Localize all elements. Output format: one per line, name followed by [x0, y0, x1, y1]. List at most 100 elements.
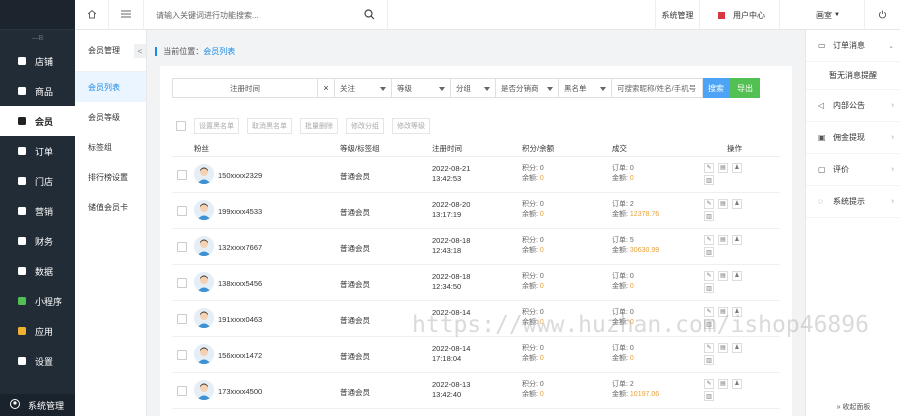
- user-dropdown[interactable]: 画室 ▼: [780, 0, 865, 30]
- edit-icon[interactable]: ✎: [704, 270, 714, 281]
- edit-icon[interactable]: ✎: [704, 162, 714, 173]
- sidebar-item-6[interactable]: 财务: [0, 226, 75, 256]
- select-all-checkbox[interactable]: [176, 121, 186, 131]
- sidebar-item-4[interactable]: 门店: [0, 166, 75, 196]
- sidebar-item-2[interactable]: 会员: [0, 106, 75, 136]
- group-icon[interactable]: ♟: [732, 270, 742, 281]
- group-icon[interactable]: ♟: [732, 198, 742, 209]
- detail-icon[interactable]: ▤: [718, 162, 728, 173]
- breadcrumb-current[interactable]: 会员列表: [203, 47, 235, 56]
- sidebar-item-9[interactable]: 应用: [0, 316, 75, 346]
- sidebar-item-1[interactable]: 商品: [0, 76, 75, 106]
- submenu-item-1[interactable]: 会员等级: [75, 102, 146, 132]
- points-label: 积分:: [522, 165, 538, 172]
- sidebar-item-0[interactable]: 店铺: [0, 46, 75, 76]
- submenu-item-0[interactable]: 会员列表: [75, 72, 146, 102]
- group-icon[interactable]: ♟: [732, 234, 742, 245]
- search-bar[interactable]: 请输入关键词进行功能搜索...: [144, 0, 388, 30]
- bulk-action-label: 修改分组: [351, 123, 379, 130]
- system-tips-item[interactable]: ◌ 系统提示 ›: [806, 186, 900, 218]
- edit-icon[interactable]: ✎: [704, 234, 714, 245]
- follow-select[interactable]: 关注: [334, 78, 392, 98]
- member-name[interactable]: 173xxxx4500: [218, 387, 262, 396]
- collapse-panel-button[interactable]: » 收起面板: [806, 402, 900, 412]
- detail-icon[interactable]: ▤: [718, 234, 728, 245]
- row-checkbox[interactable]: [177, 314, 187, 324]
- member-name[interactable]: 191xxxx0463: [218, 315, 262, 324]
- power-button[interactable]: [865, 0, 900, 30]
- row-checkbox[interactable]: [177, 242, 187, 252]
- commission-label: 佣金提现: [833, 133, 865, 142]
- row-checkbox[interactable]: [177, 170, 187, 180]
- group-select[interactable]: 分组: [450, 78, 496, 98]
- edit-icon[interactable]: ✎: [704, 198, 714, 209]
- detail-icon[interactable]: ▤: [718, 342, 728, 353]
- detail-icon[interactable]: ▤: [718, 270, 728, 281]
- delete-icon[interactable]: ▥: [704, 283, 714, 293]
- system-manage-button[interactable]: 系统管理: [0, 394, 75, 416]
- submenu-item-2[interactable]: 标签组: [75, 132, 146, 162]
- edit-icon[interactable]: ✎: [704, 342, 714, 353]
- user-center-link[interactable]: 用户中心: [700, 0, 780, 30]
- delete-icon[interactable]: ▥: [704, 211, 714, 221]
- detail-icon[interactable]: ▤: [718, 378, 728, 389]
- order-notice-item[interactable]: ▭ 订单消息 ⌄: [806, 30, 900, 62]
- sidebar-item-5[interactable]: 营销: [0, 196, 75, 226]
- search-button[interactable]: 搜索: [702, 78, 730, 98]
- search-input[interactable]: 请输入关键词进行功能搜索...: [156, 10, 259, 21]
- delete-icon[interactable]: ▥: [704, 175, 714, 185]
- blacklist-select[interactable]: 黑名单: [558, 78, 612, 98]
- distributor-select[interactable]: 是否分销商: [495, 78, 559, 98]
- bulk-action-button[interactable]: 设置黑名单: [194, 118, 239, 134]
- home-button[interactable]: [75, 0, 109, 30]
- group-icon[interactable]: ♟: [732, 378, 742, 389]
- export-button[interactable]: 导出: [730, 78, 760, 98]
- menu-toggle-button[interactable]: [109, 0, 144, 30]
- row-checkbox[interactable]: [177, 386, 187, 396]
- register-time-text: 注册时间: [230, 83, 260, 93]
- system-manage-link[interactable]: 系统管理: [655, 0, 700, 30]
- group-icon[interactable]: ♟: [732, 162, 742, 173]
- submenu-item-4[interactable]: 储值会员卡: [75, 192, 146, 222]
- member-name[interactable]: 150xxxx2329: [218, 171, 262, 180]
- member-name[interactable]: 138xxxx5456: [218, 279, 262, 288]
- delete-icon[interactable]: ▥: [704, 355, 714, 365]
- bulk-action-button[interactable]: 修改等级: [392, 118, 430, 134]
- delete-icon[interactable]: ▥: [704, 247, 714, 257]
- orders-value: 0: [629, 165, 634, 172]
- sidebar-item-7[interactable]: 数据: [0, 256, 75, 286]
- register-time-picker[interactable]: 注册时间: [172, 78, 318, 98]
- search-icon[interactable]: [364, 9, 375, 22]
- sidebar-item-3[interactable]: 订单: [0, 136, 75, 166]
- table-header: 粉丝 等级/标签组 注册时间 积分/余额 成交 操作: [172, 139, 780, 157]
- sidebar-item-10[interactable]: 设置: [0, 346, 75, 376]
- bulk-action-button[interactable]: 取消黑名单: [247, 118, 292, 134]
- member-name[interactable]: 156xxxx1472: [218, 351, 262, 360]
- bulk-action-button[interactable]: 批量删除: [300, 118, 338, 134]
- clear-date-button[interactable]: ×: [317, 78, 335, 98]
- group-icon[interactable]: ♟: [732, 342, 742, 353]
- member-name[interactable]: 199xxxx4533: [218, 207, 262, 216]
- level-select[interactable]: 等级: [391, 78, 451, 98]
- row-checkbox[interactable]: [177, 278, 187, 288]
- internal-notice-item[interactable]: ◁ 内部公告 ›: [806, 90, 900, 122]
- submenu-item-3[interactable]: 排行榜设置: [75, 162, 146, 192]
- order-notice-label: 订单消息: [833, 41, 865, 50]
- edit-icon[interactable]: ✎: [704, 378, 714, 389]
- points-value: 0: [539, 165, 544, 172]
- sidebar-item-8[interactable]: 小程序: [0, 286, 75, 316]
- member-name[interactable]: 132xxxx7667: [218, 243, 262, 252]
- order-icon: [17, 146, 27, 156]
- row-checkbox[interactable]: [177, 206, 187, 216]
- bulk-action-button[interactable]: 修改分组: [346, 118, 384, 134]
- member-level: 普通会员: [340, 316, 370, 325]
- collapse-submenu-button[interactable]: <: [134, 44, 146, 58]
- row-checkbox[interactable]: [177, 350, 187, 360]
- keyword-input[interactable]: 可搜索昵称/姓名/手机号: [611, 78, 703, 98]
- delete-icon[interactable]: ▥: [704, 391, 714, 401]
- commission-item[interactable]: ▣ 佣金提现 ›: [806, 122, 900, 154]
- comments-item[interactable]: ▢ 评价 ›: [806, 154, 900, 186]
- orders-label: 订单:: [612, 237, 628, 244]
- detail-icon[interactable]: ▤: [718, 198, 728, 209]
- member-level: 普通会员: [340, 352, 370, 361]
